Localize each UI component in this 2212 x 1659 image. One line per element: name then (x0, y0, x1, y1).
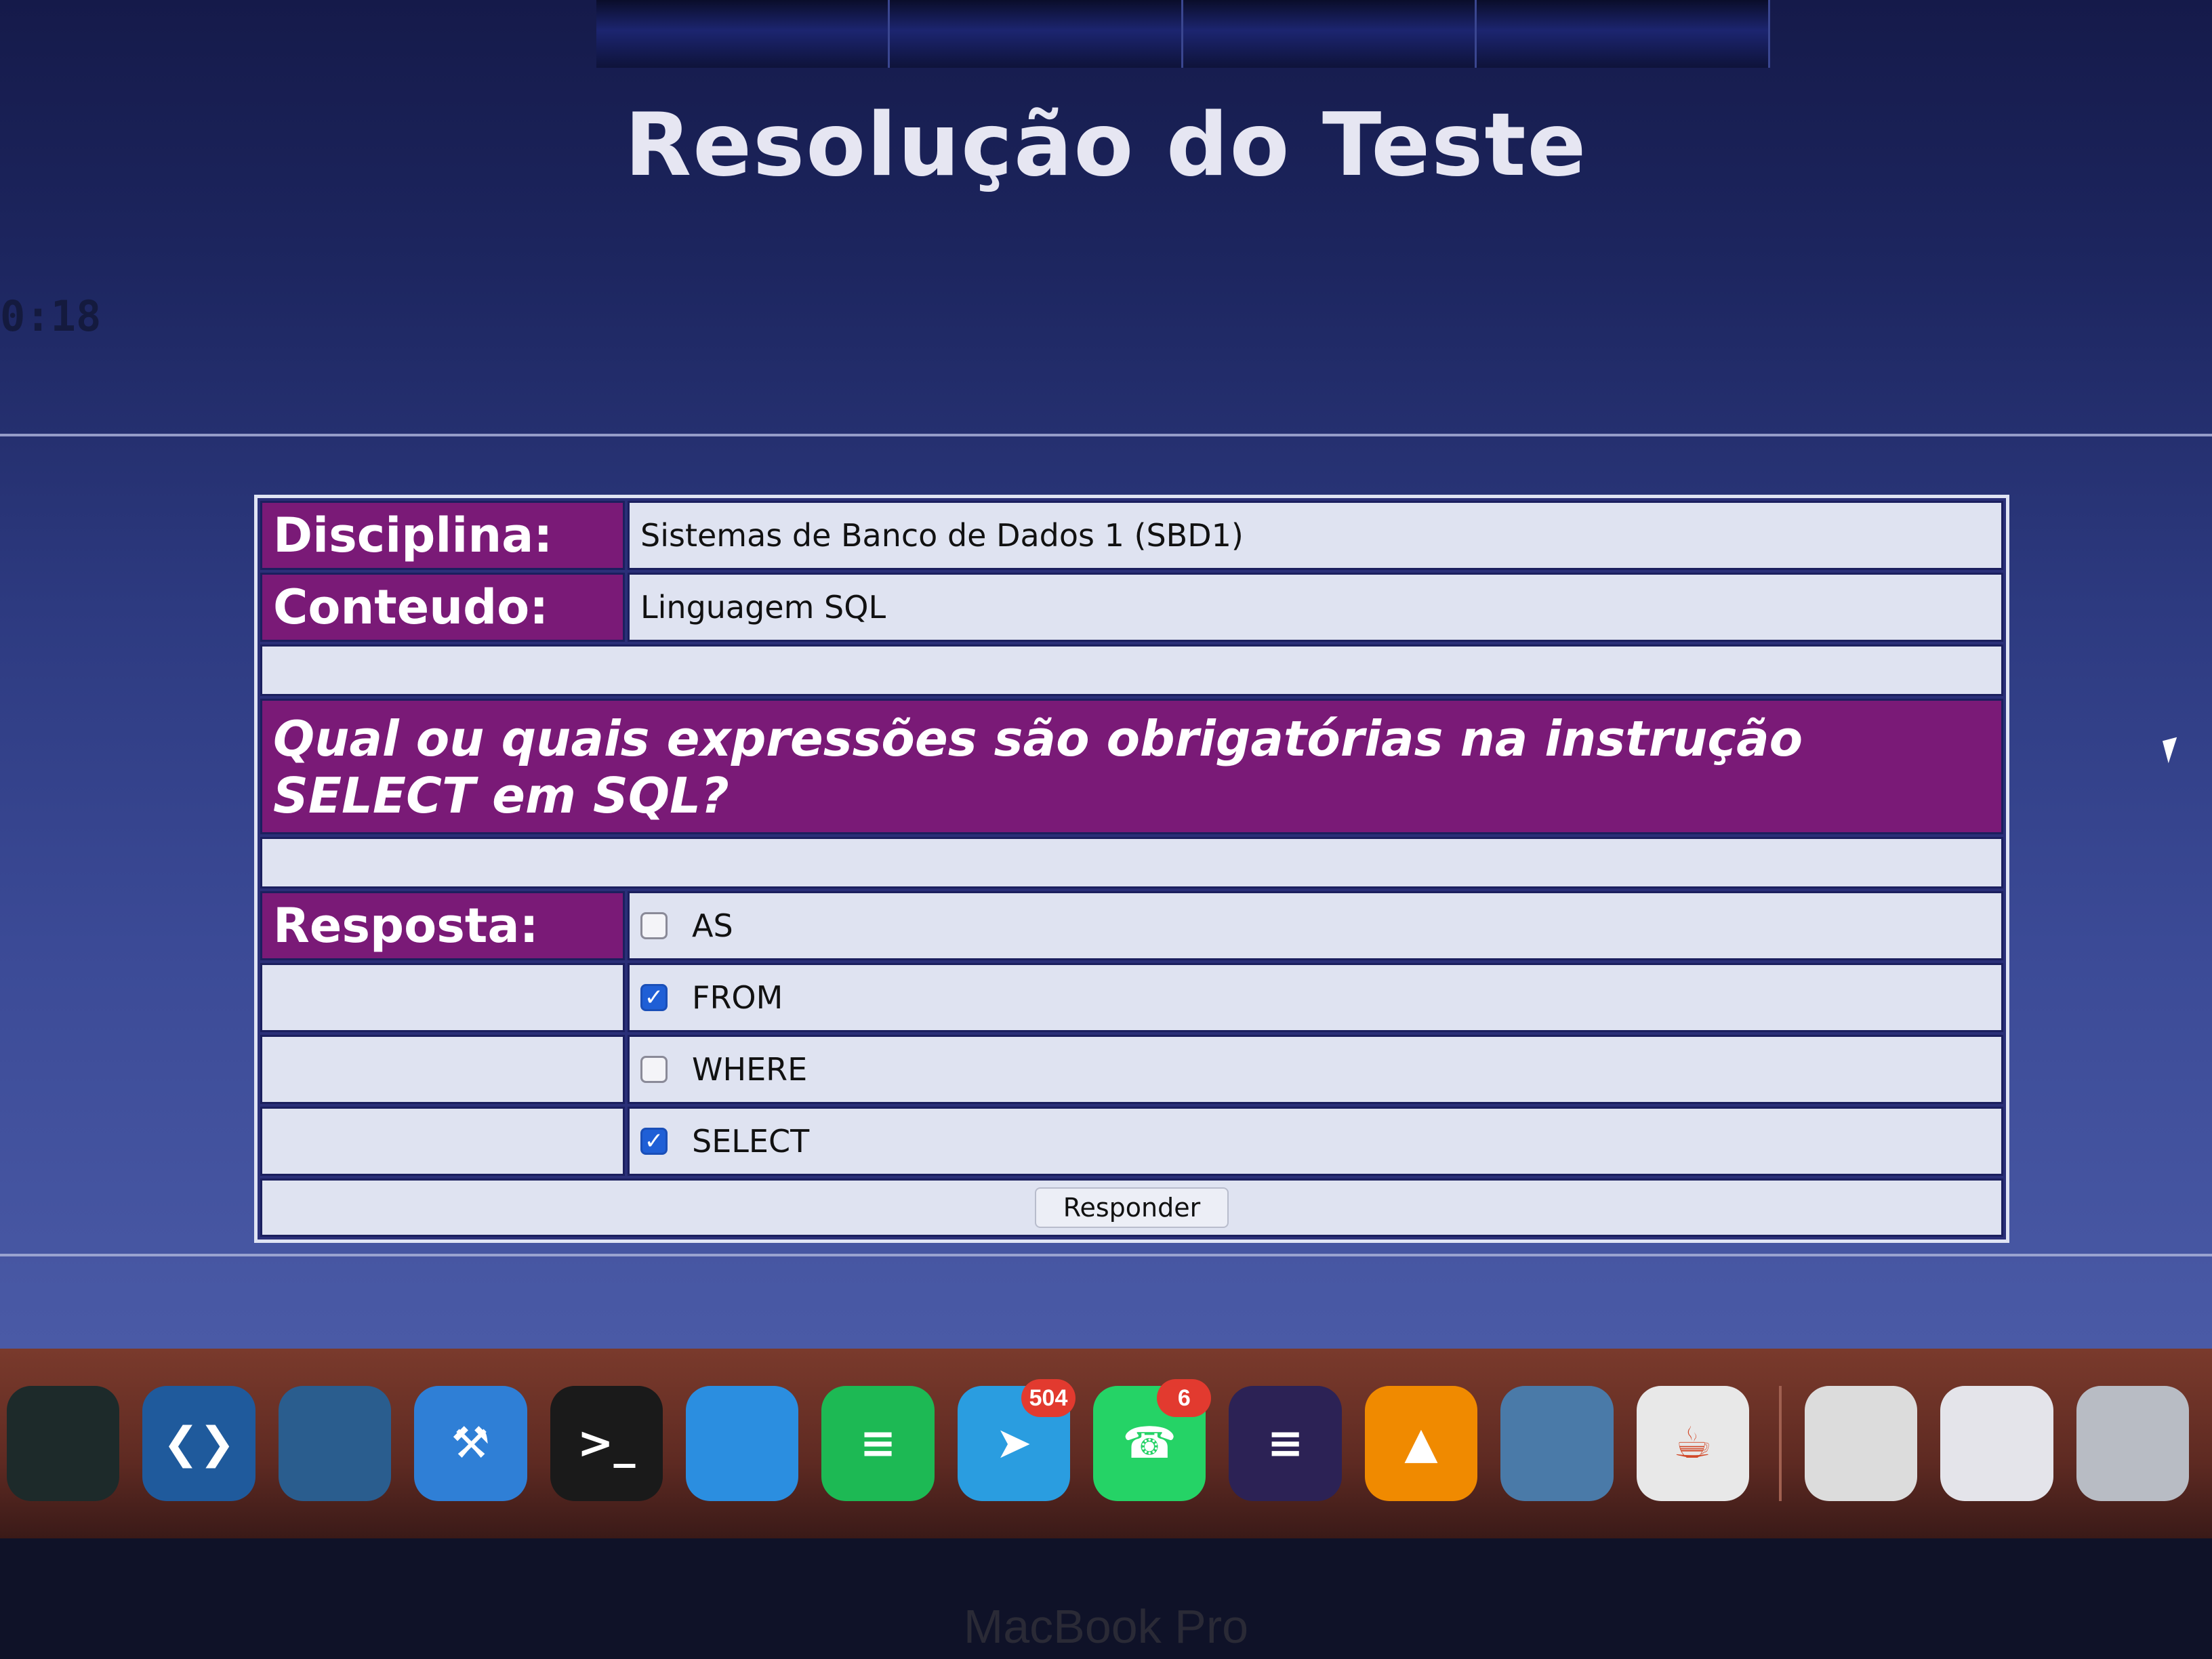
option-row[interactable]: ✓ FROM (628, 963, 2003, 1032)
content-label: Conteudo: (260, 573, 625, 642)
trash-icon[interactable] (2076, 1386, 2189, 1501)
java-icon[interactable]: ☕ (1636, 1386, 1749, 1501)
submit-row: Responder (260, 1179, 2003, 1237)
empty-label-cell (260, 1107, 625, 1176)
divider (0, 434, 2212, 436)
spacer-row (260, 644, 2003, 696)
empty-label-cell (260, 1035, 625, 1104)
submit-button[interactable]: Responder (1034, 1187, 1229, 1228)
notification-badge: 504 (1021, 1379, 1076, 1417)
dock: ❮❯ ⚒ >_ ≡ ➤ 504 ☎ 6 ≡ ▲ ☕ (0, 1349, 2212, 1538)
bezel-label: MacBook Pro (963, 1600, 1249, 1653)
option-label[interactable]: AS (692, 907, 733, 944)
notification-badge: 6 (1157, 1379, 1212, 1417)
empty-label-cell (260, 963, 625, 1032)
option-label[interactable]: FROM (692, 979, 783, 1016)
option-checkbox[interactable] (640, 912, 668, 939)
mysql-workbench-icon[interactable] (278, 1386, 392, 1501)
discipline-value: Sistemas de Banco de Dados 1 (SBD1) (628, 501, 2003, 570)
answer-label: Resposta: (260, 891, 625, 960)
content-value: Linguagem SQL (628, 573, 2003, 642)
xcode-icon[interactable]: ⚒ (414, 1386, 527, 1501)
question-text: Qual ou quais expressões são obrigatória… (260, 699, 2003, 834)
spotify-icon[interactable]: ≡ (821, 1386, 935, 1501)
option-row[interactable]: ✓ SELECT (628, 1107, 2003, 1176)
option-row[interactable]: WHERE (628, 1035, 2003, 1104)
vscode-icon[interactable]: ❮❯ (142, 1386, 255, 1501)
docker-icon[interactable] (685, 1386, 799, 1501)
top-navigation (596, 0, 1770, 68)
nav-tab[interactable] (1183, 0, 1477, 68)
dock-separator (1778, 1386, 1782, 1501)
option-checkbox[interactable] (640, 1056, 668, 1083)
discipline-label: Disciplina: (260, 501, 625, 570)
window-icon[interactable] (1940, 1386, 2053, 1501)
browser-screen: Resolução do Teste 0:18 Disciplina: Sist… (0, 0, 2212, 1349)
option-label[interactable]: SELECT (692, 1123, 809, 1160)
eclipse-icon[interactable]: ≡ (1229, 1386, 1342, 1501)
whatsapp-icon[interactable]: ☎ 6 (1093, 1379, 1212, 1501)
option-checkbox[interactable]: ✓ (640, 1128, 668, 1155)
option-label[interactable]: WHERE (692, 1051, 807, 1088)
nav-tab[interactable] (890, 0, 1183, 68)
spacer-row (260, 837, 2003, 888)
preview-icon[interactable] (1500, 1386, 1614, 1501)
terminal-icon[interactable]: >_ (550, 1386, 663, 1501)
quiz-table: Disciplina: Sistemas de Banco de Dados 1… (254, 495, 2009, 1243)
page-title: Resolução do Teste (624, 95, 1588, 196)
option-checkbox[interactable]: ✓ (640, 984, 668, 1011)
divider (0, 1254, 2212, 1256)
filmora-icon[interactable] (7, 1386, 120, 1501)
vlc-icon[interactable]: ▲ (1364, 1386, 1478, 1501)
nav-tab[interactable] (1477, 0, 1770, 68)
document-icon[interactable] (1804, 1386, 1918, 1501)
timer: 0:18 (0, 291, 102, 341)
nav-tab[interactable] (596, 0, 890, 68)
option-row[interactable]: AS (628, 891, 2003, 960)
telegram-icon[interactable]: ➤ 504 (957, 1379, 1076, 1501)
mouse-cursor-icon (2162, 737, 2184, 764)
